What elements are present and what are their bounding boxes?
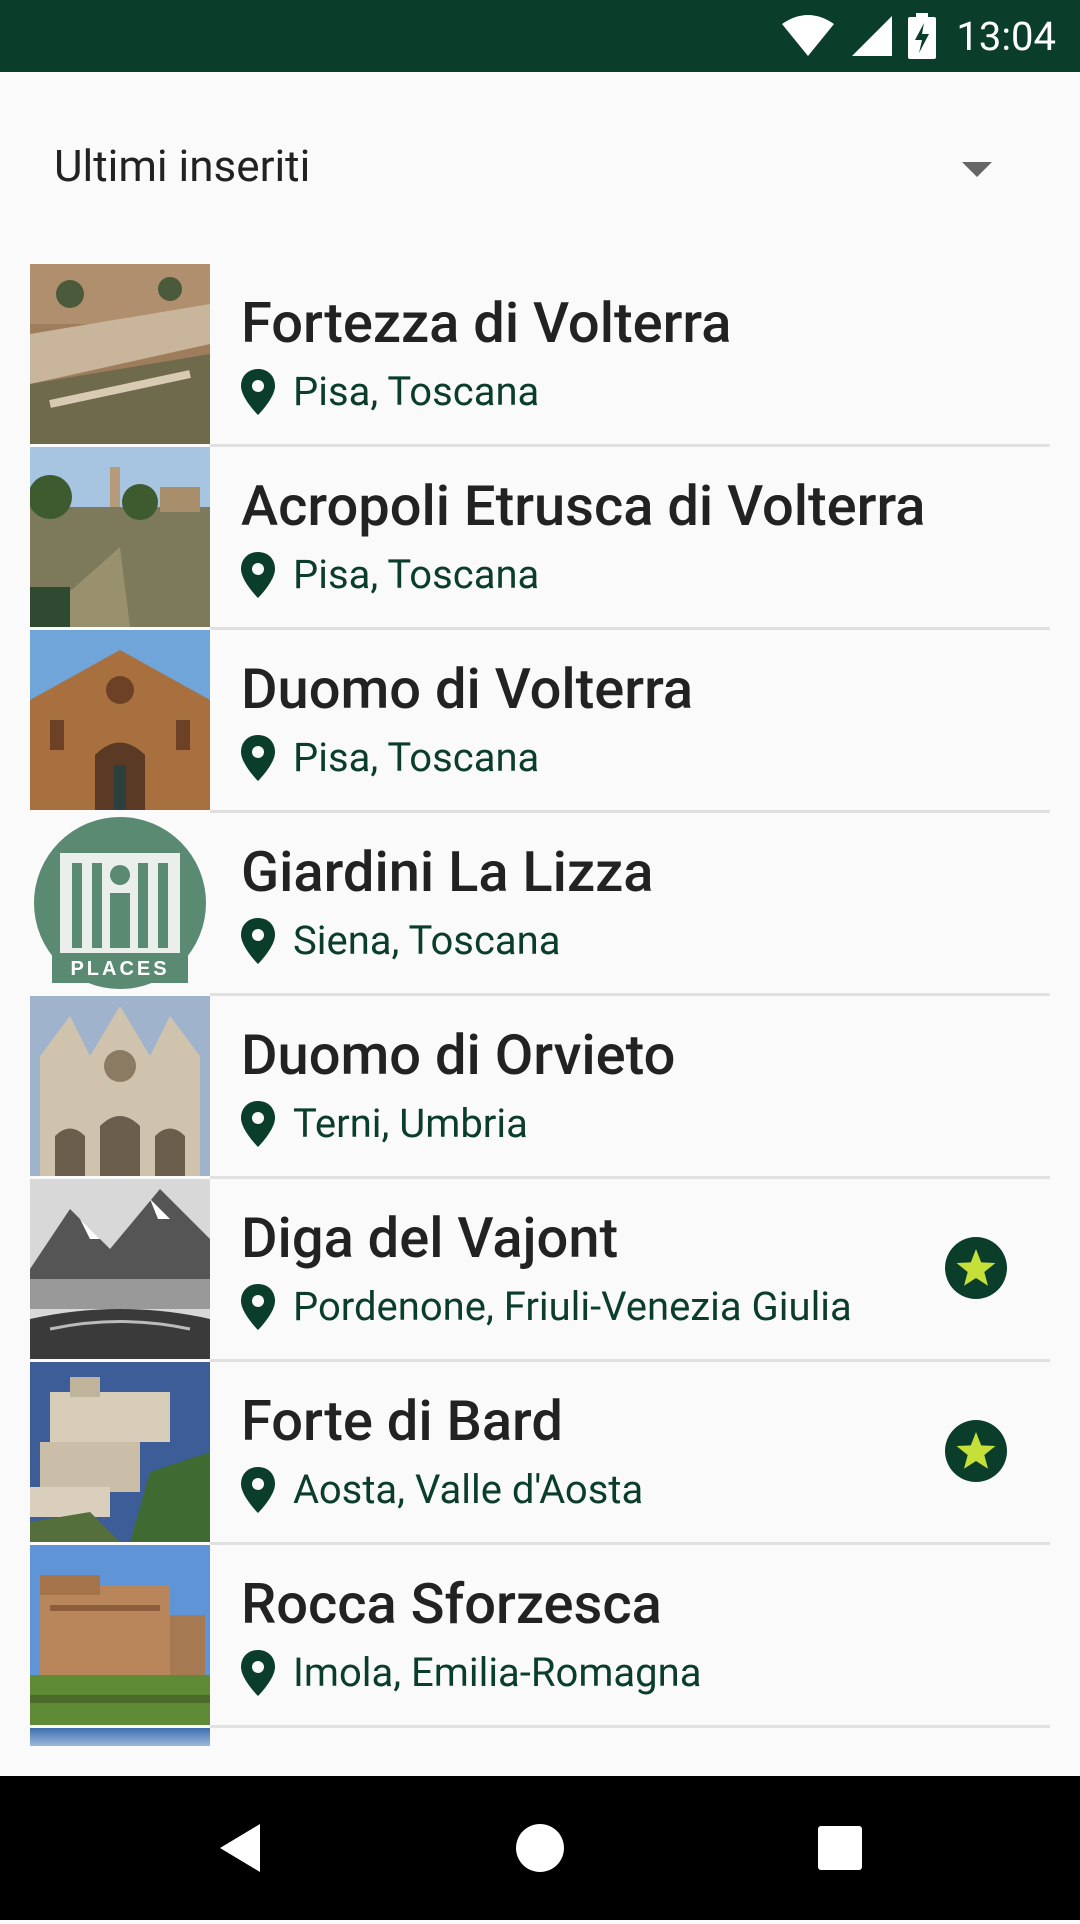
recents-icon (818, 1826, 862, 1870)
location-pin-icon (241, 1649, 275, 1696)
location-pin-icon (241, 1466, 275, 1513)
recents-button[interactable] (760, 1776, 920, 1920)
list-item[interactable]: Duomo di Orvieto Terni, Umbria (30, 996, 1050, 1179)
place-location: Siena, Toscana (241, 917, 560, 964)
place-name: Forte di Bard (241, 1388, 563, 1454)
list-item[interactable]: Rocca Sforzesca Imola, Emilia-Romagna (30, 1545, 1050, 1728)
place-name: Giardini La Lizza (241, 839, 654, 905)
place-location: Pisa, Toscana (241, 551, 539, 598)
list-item[interactable]: Forte di Bard Aosta, Valle d'Aosta (30, 1362, 1050, 1545)
place-name: Rocca Sforzesca (241, 1571, 662, 1637)
place-photo (30, 1545, 210, 1725)
home-button[interactable] (460, 1776, 620, 1920)
place-photo (30, 1179, 210, 1359)
location-pin-icon (241, 917, 275, 964)
sort-selected-label: Ultimi inseriti (54, 140, 311, 192)
favorite-star-icon[interactable] (945, 1420, 1007, 1482)
place-photo (30, 447, 210, 627)
place-location-text: Pisa, Toscana (293, 734, 540, 781)
signal-icon (852, 16, 893, 56)
place-location: Pisa, Toscana (241, 734, 539, 781)
location-pin-icon (241, 368, 275, 415)
status-time: 13:04 (956, 12, 1056, 60)
place-photo-partial (30, 1728, 210, 1746)
back-icon (220, 1824, 260, 1872)
list-item[interactable]: NICE PLACES Giardini La Lizza Siena, Tos… (30, 813, 1050, 996)
place-location-text: Aosta, Valle d'Aosta (293, 1466, 644, 1513)
place-photo (30, 996, 210, 1176)
place-location: Imola, Emilia-Romagna (241, 1649, 701, 1696)
list-item[interactable]: Duomo di Volterra Pisa, Toscana (30, 630, 1050, 813)
list-item[interactable]: Diga del Vajont Pordenone, Friuli-Venezi… (30, 1179, 1050, 1362)
svg-text:NICE: NICE (88, 824, 152, 846)
place-location-text: Imola, Emilia-Romagna (293, 1649, 702, 1696)
back-button[interactable] (160, 1776, 320, 1920)
location-pin-icon (241, 1100, 275, 1147)
places-list: Fortezza di Volterra Pisa, Toscana Acrop… (30, 264, 1050, 1728)
home-icon (516, 1824, 564, 1872)
location-pin-icon (241, 551, 275, 598)
location-pin-icon (241, 1283, 275, 1330)
place-location-text: Terni, Umbria (293, 1100, 528, 1147)
place-photo (30, 264, 210, 444)
place-name: Acropoli Etrusca di Volterra (241, 473, 926, 539)
list-item[interactable]: Fortezza di Volterra Pisa, Toscana (30, 264, 1050, 447)
battery-charging-icon (908, 13, 937, 59)
wifi-icon (782, 15, 835, 56)
place-location-text: Pisa, Toscana (293, 551, 540, 598)
favorite-star-icon[interactable] (945, 1237, 1007, 1299)
status-bar: 13:04 (0, 0, 1080, 72)
location-pin-icon (241, 734, 275, 781)
place-location: Aosta, Valle d'Aosta (241, 1466, 643, 1513)
place-location-text: Pisa, Toscana (293, 368, 540, 415)
place-location-text: Siena, Toscana (293, 917, 561, 964)
sort-dropdown[interactable]: Ultimi inseriti (0, 72, 1080, 266)
svg-text:PLACES: PLACES (70, 958, 169, 980)
place-name: Duomo di Volterra (241, 656, 694, 722)
place-location: Pordenone, Friuli-Venezia Giulia (241, 1283, 852, 1330)
divider (210, 1725, 1050, 1728)
status-icons: 13:04 (780, 13, 1056, 60)
place-photo (30, 1362, 210, 1542)
navigation-bar (0, 1776, 1080, 1920)
place-photo (30, 630, 210, 810)
list-item[interactable]: Acropoli Etrusca di Volterra Pisa, Tosca… (30, 447, 1050, 630)
place-name: Fortezza di Volterra (241, 290, 732, 356)
dropdown-arrow-icon (962, 162, 992, 177)
nice-places-logo: NICE PLACES (30, 813, 210, 993)
place-name: Diga del Vajont (241, 1205, 619, 1271)
place-location-text: Pordenone, Friuli-Venezia Giulia (293, 1283, 852, 1330)
place-location: Pisa, Toscana (241, 368, 539, 415)
place-location: Terni, Umbria (241, 1100, 528, 1147)
place-name: Duomo di Orvieto (241, 1022, 676, 1088)
